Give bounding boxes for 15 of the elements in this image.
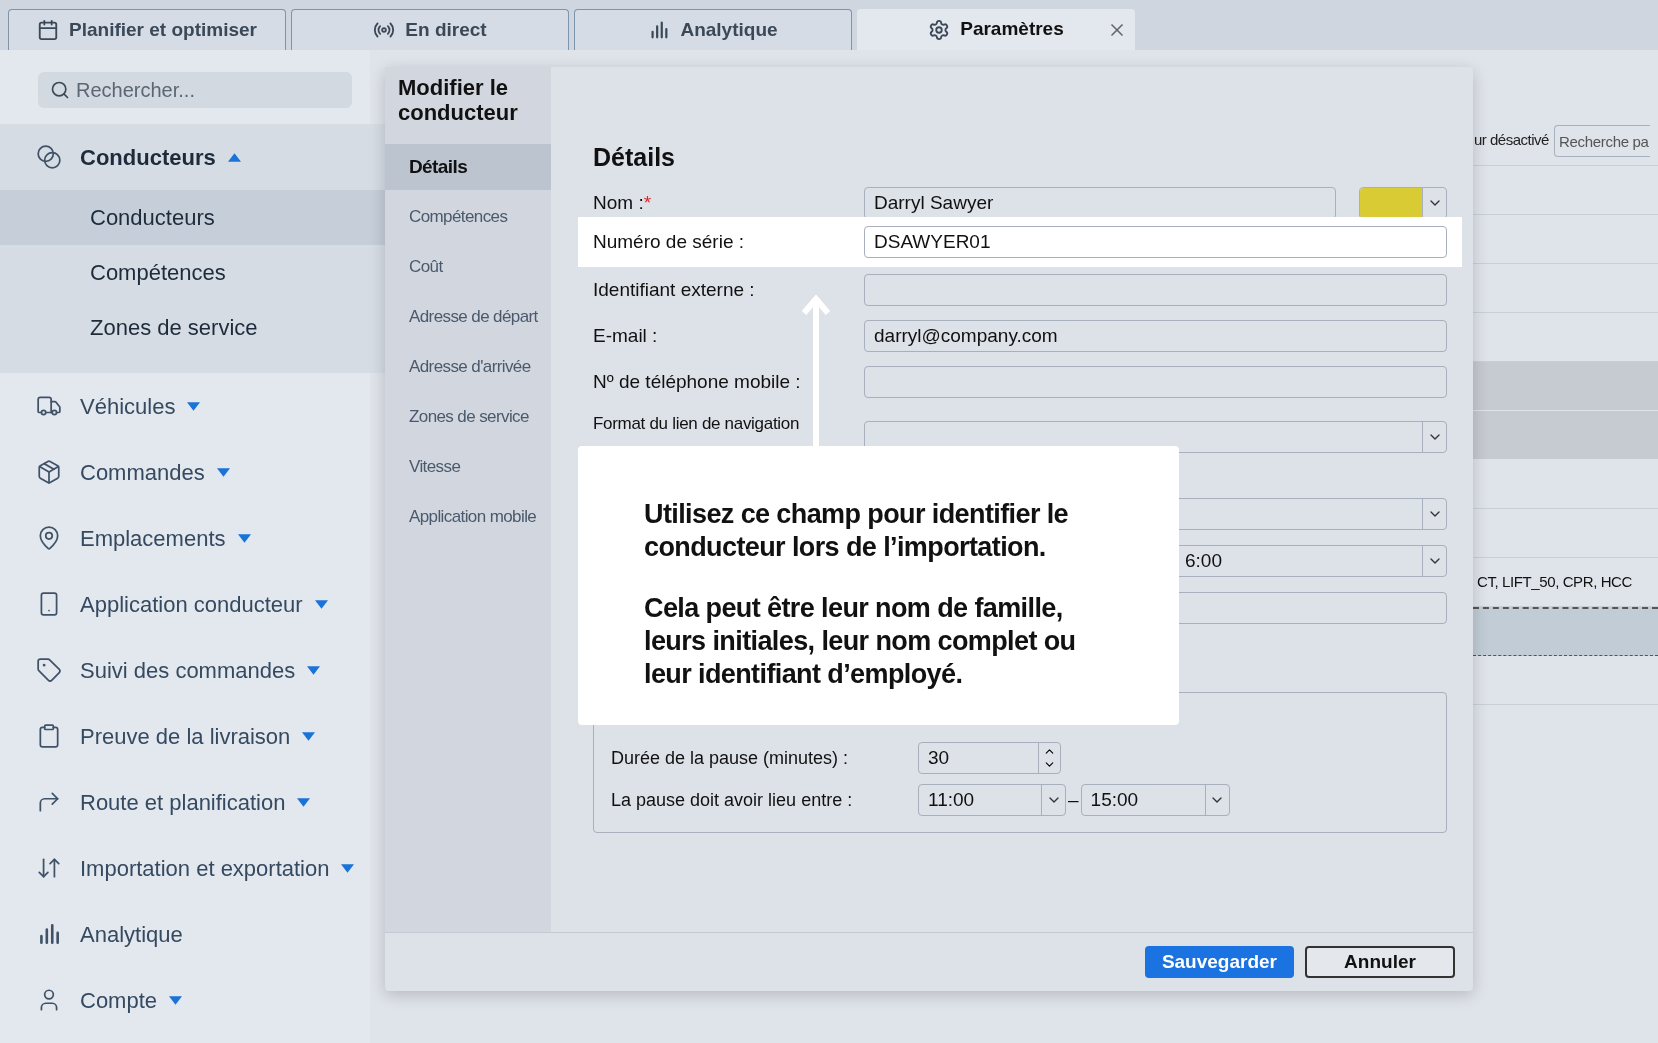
field-label: Nº de téléphone mobile : [593, 369, 802, 394]
field-label: Numéro de série : [593, 229, 745, 254]
field-label: Nom :* [593, 190, 653, 215]
field-label: Durée de la pause (minutes) : [611, 746, 850, 770]
range-dash: – [1067, 787, 1080, 812]
table-cell-text: CT, LIFT_50, CPR, HCC [1477, 571, 1632, 592]
field-label: Format du lien de navigation [593, 414, 801, 434]
field-label: La pause doit avoir lieu entre : [611, 788, 854, 812]
callout-text: Utilisez ce champ pour identifier le conducteur lors de l’importation. [644, 498, 1069, 564]
section-title: Détails [593, 142, 676, 173]
filter-label: ur désactivé [1474, 129, 1549, 150]
callout-text: Cela peut être leur nom de famille, leurs initiales, leur nom complet ou leur identifiant d’employé. [644, 592, 1077, 691]
dialog-title: Modifier le conducteur [397, 74, 519, 127]
field-label: E-mail : [593, 323, 659, 348]
field-label: Identifiant externe : [593, 277, 756, 302]
